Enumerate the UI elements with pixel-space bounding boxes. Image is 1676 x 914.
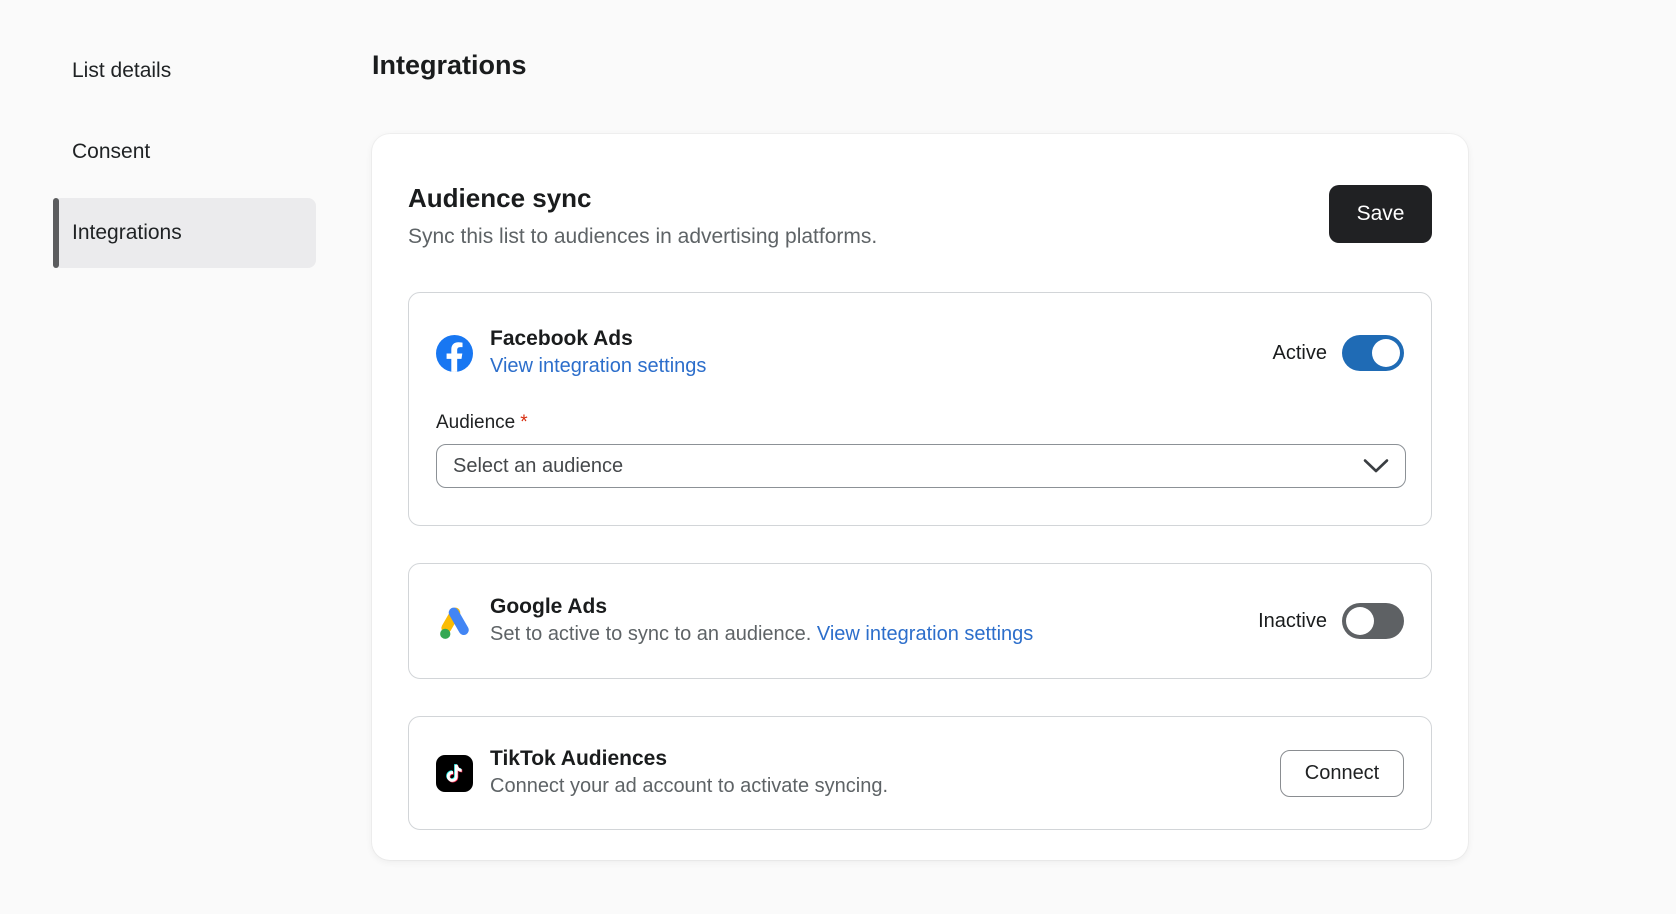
integration-name: Facebook Ads: [490, 325, 706, 352]
google-ads-section: Google Ads Set to active to sync to an a…: [408, 563, 1432, 679]
tiktok-titles: TikTok Audiences Connect your ad account…: [490, 745, 888, 801]
facebook-ads-section: Facebook Ads View integration settings A…: [408, 292, 1432, 526]
facebook-ads-row: Facebook Ads View integration settings A…: [436, 325, 1404, 381]
save-button[interactable]: Save: [1329, 185, 1432, 243]
card-title: Audience sync: [408, 182, 877, 214]
audience-field: Audience* Select an audience: [436, 412, 1404, 488]
toggle-knob: [1372, 339, 1400, 367]
sidebar-item-label: Consent: [72, 140, 150, 164]
chevron-down-icon: [1363, 458, 1389, 474]
required-asterisk: *: [520, 412, 527, 433]
sidebar-item-list-details[interactable]: List details: [53, 36, 316, 106]
toggle-knob: [1346, 607, 1374, 635]
connect-button[interactable]: Connect: [1280, 750, 1404, 797]
page-title: Integrations: [372, 48, 1468, 82]
card-subtitle: Sync this list to audiences in advertisi…: [408, 224, 877, 250]
audience-sync-card: Audience sync Sync this list to audience…: [372, 134, 1468, 860]
integration-name: Google Ads: [490, 593, 1033, 620]
tiktok-description: Connect your ad account to activate sync…: [490, 772, 888, 801]
integrations-settings-screen: List details Consent Integrations Integr…: [0, 0, 1676, 914]
tiktok-audiences-section: TikTok Audiences Connect your ad account…: [408, 716, 1432, 830]
active-indicator-bar: [53, 198, 59, 268]
card-header-text: Audience sync Sync this list to audience…: [408, 182, 877, 250]
main-content: Integrations Audience sync Sync this lis…: [372, 0, 1676, 914]
google-view-settings-link[interactable]: View integration settings: [817, 623, 1033, 645]
tiktok-icon: [436, 755, 473, 792]
audience-select[interactable]: Select an audience: [436, 444, 1406, 488]
audience-label-text: Audience: [436, 412, 515, 433]
facebook-sync-toggle[interactable]: [1342, 335, 1404, 371]
sidebar-item-integrations[interactable]: Integrations: [53, 198, 316, 268]
google-sync-toggle[interactable]: [1342, 603, 1404, 639]
facebook-status-label: Active: [1273, 342, 1327, 365]
sidebar-item-label: List details: [72, 59, 171, 83]
audience-field-label: Audience*: [436, 412, 528, 434]
facebook-status: Active: [1273, 335, 1404, 371]
google-status-label: Inactive: [1258, 610, 1327, 633]
google-status: Inactive: [1258, 603, 1404, 639]
card-header: Audience sync Sync this list to audience…: [408, 182, 1432, 250]
google-titles: Google Ads Set to active to sync to an a…: [490, 593, 1033, 649]
google-ads-icon: [436, 603, 473, 640]
settings-sidebar: List details Consent Integrations: [0, 0, 372, 914]
sidebar-item-consent[interactable]: Consent: [53, 117, 316, 187]
facebook-titles: Facebook Ads View integration settings: [490, 325, 706, 381]
sidebar-item-label: Integrations: [72, 221, 182, 245]
facebook-icon: [436, 335, 473, 372]
integration-name: TikTok Audiences: [490, 745, 888, 772]
facebook-view-settings-link[interactable]: View integration settings: [490, 352, 706, 381]
google-description: Set to active to sync to an audience. Vi…: [490, 620, 1033, 649]
audience-select-value: Select an audience: [453, 455, 623, 478]
google-description-text: Set to active to sync to an audience.: [490, 623, 811, 645]
